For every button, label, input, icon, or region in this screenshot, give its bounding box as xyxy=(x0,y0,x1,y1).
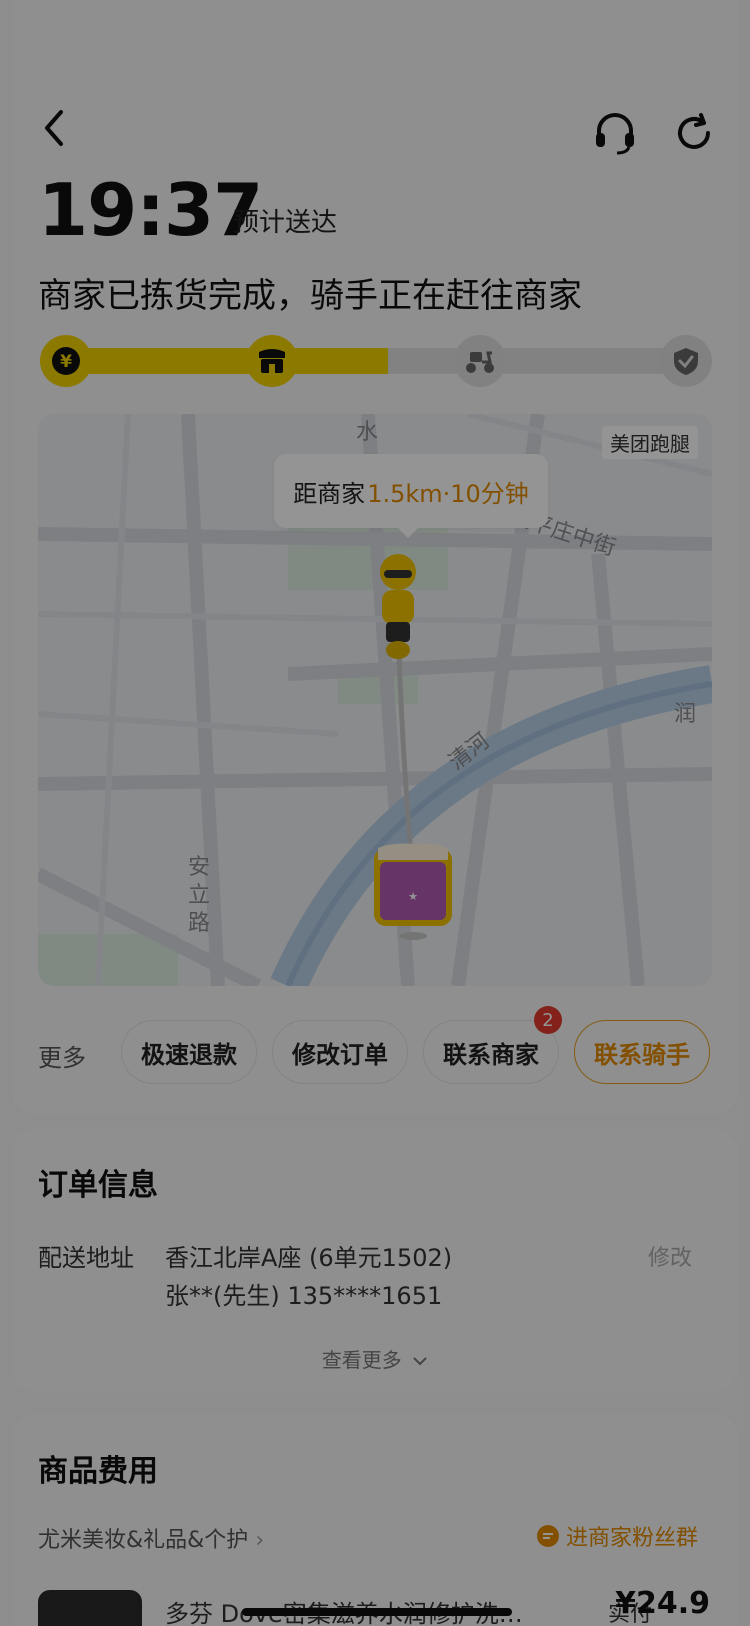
quick-refund-button[interactable]: 极速退款 xyxy=(121,1020,257,1084)
order-info-title: 订单信息 xyxy=(38,1168,158,1203)
eta-label: 预计送达 xyxy=(233,208,338,238)
distance-prefix: 距商家 xyxy=(293,479,366,508)
step-delivered xyxy=(660,335,712,387)
map-street-label: 安立路 xyxy=(188,855,211,936)
distance-bubble: 距商家 1.5km·10分钟 xyxy=(274,454,548,538)
order-tracking-page: 19:37 预计送达 商家已拣货完成，骑手正在赶往商家 ¥ 美团跑腿 水 太平庄… xyxy=(0,0,750,1626)
address-line: 香江北岸A座 (6单元1502) xyxy=(165,1244,453,1272)
goods-card: 商品费用 尤米美妆&礼品&个护 › 进商家粉丝群 多芬 Dove密集滋养水润修护… xyxy=(12,1414,738,1626)
chevron-down-icon xyxy=(413,1357,427,1366)
chevron-right-icon: › xyxy=(255,1528,265,1553)
chat-icon xyxy=(536,1525,559,1547)
recipient-line: 张**(先生) 135****1651 xyxy=(165,1282,443,1310)
customer-service-button[interactable] xyxy=(591,109,639,157)
scooter-icon xyxy=(466,351,494,373)
step-paid: ¥ xyxy=(40,335,92,387)
product-thumbnail[interactable] xyxy=(38,1590,142,1626)
step-merchant xyxy=(246,335,298,387)
yen-icon: ¥ xyxy=(52,347,80,375)
refresh-icon xyxy=(678,113,710,149)
distance-value: 1.5km·10分钟 xyxy=(367,479,529,508)
delivery-map[interactable]: 美团跑腿 水 太平庄中街 清河 安立路 润 距商家 1.5km·10分钟 ★ xyxy=(38,414,712,986)
paid-amount: ¥24.9 xyxy=(615,1586,710,1621)
edit-address-button[interactable]: 修改 xyxy=(648,1240,692,1272)
eta-time: 19:37 xyxy=(38,168,263,252)
svg-text:¥: ¥ xyxy=(60,352,72,372)
map-poi-label: 润 xyxy=(674,702,697,727)
unread-badge: 2 xyxy=(534,1006,562,1034)
home-indicator xyxy=(242,1608,512,1616)
shop-marker-icon[interactable]: ★ xyxy=(372,842,454,942)
see-more-label: 查看更多 xyxy=(321,1348,402,1372)
see-more-button[interactable]: 查看更多 xyxy=(12,1344,738,1373)
svg-text:★: ★ xyxy=(408,890,418,903)
step-delivering xyxy=(454,335,506,387)
contact-rider-button[interactable]: 联系骑手 xyxy=(574,1020,710,1084)
back-button[interactable] xyxy=(30,104,78,152)
goods-title: 商品费用 xyxy=(38,1454,158,1489)
progress-fill xyxy=(40,348,389,374)
fans-group-label: 进商家粉丝群 xyxy=(565,1526,698,1551)
check-icon xyxy=(674,348,698,375)
refresh-button[interactable] xyxy=(670,109,718,157)
actions-row: 更多 极速退款 修改订单 联系商家 2 联系骑手 xyxy=(38,1006,712,1084)
chevron-left-icon xyxy=(45,110,63,146)
more-button[interactable]: 更多 xyxy=(38,1038,86,1073)
map-brand-label: 美团跑腿 xyxy=(602,426,698,459)
headset-icon xyxy=(596,113,634,155)
shop-name: 尤米美妆&礼品&个护 xyxy=(38,1528,249,1553)
order-info-card: 订单信息 配送地址 香江北岸A座 (6单元1502) 张**(先生) 135**… xyxy=(12,1128,738,1392)
order-status-text: 商家已拣货完成，骑手正在赶往商家 xyxy=(38,276,582,316)
map-street-label: 水 xyxy=(356,420,379,445)
address-label: 配送地址 xyxy=(38,1244,134,1272)
shop-link[interactable]: 尤米美妆&礼品&个护 › xyxy=(38,1522,264,1554)
modify-order-button[interactable]: 修改订单 xyxy=(272,1020,408,1084)
store-icon xyxy=(259,349,285,373)
fans-group-button[interactable]: 进商家粉丝群 xyxy=(536,1520,698,1552)
rider-icon xyxy=(380,554,416,659)
